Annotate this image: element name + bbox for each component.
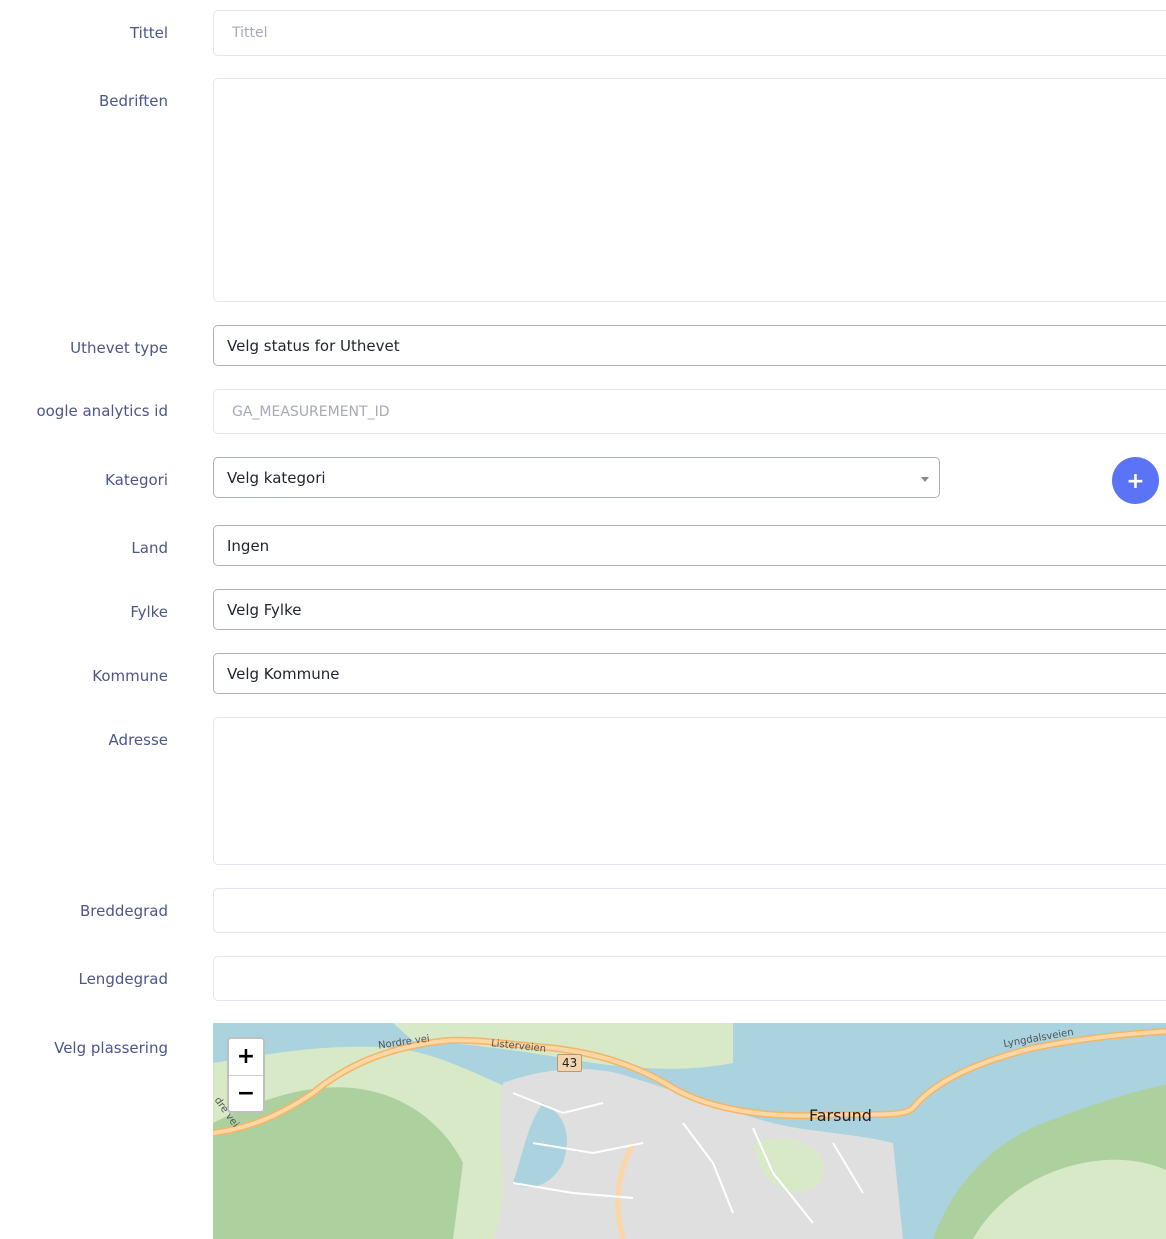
latitude-input[interactable] [213,888,1166,933]
chevron-down-icon [921,477,929,482]
title-label: Tittel [129,24,168,42]
municipality-select[interactable]: Velg Kommune [213,653,1166,694]
analytics-id-input[interactable]: GA_MEASUREMENT_ID [213,389,1166,434]
location-map[interactable]: Farsund Nordre vei Listerveien Lyngdalsv… [213,1023,1166,1239]
country-select[interactable]: Ingen [213,525,1166,566]
company-label: Bedriften [98,92,168,110]
longitude-input[interactable] [213,956,1166,1001]
address-textarea[interactable] [213,717,1166,865]
highlight-type-label: Uthevet type [70,339,168,357]
category-select-value: Velg kategori [227,468,326,487]
address-label: Adresse [108,731,168,749]
road-number-badge: 43 [557,1054,583,1072]
county-select[interactable]: Velg Fylke [213,589,1166,630]
municipality-label: Kommune [92,667,168,685]
city-label: Farsund [809,1106,872,1125]
highlight-type-select[interactable]: Velg status for Uthevet [213,325,1166,366]
map-tiles [213,1023,1166,1239]
location-label: Velg plassering [54,1039,168,1057]
zoom-out-button[interactable]: − [229,1076,263,1112]
title-input[interactable]: Tittel [213,10,1166,56]
country-label: Land [131,539,168,557]
map-zoom-control: + − [227,1037,265,1113]
analytics-label: oogle analytics id [36,402,168,420]
add-category-button[interactable]: + [1112,457,1159,504]
company-textarea[interactable] [213,78,1166,302]
category-label: Kategori [105,471,168,489]
county-label: Fylke [130,603,168,621]
latitude-label: Breddegrad [79,902,168,920]
category-select[interactable]: Velg kategori [213,457,940,498]
longitude-label: Lengdegrad [78,970,168,988]
zoom-in-button[interactable]: + [229,1039,263,1076]
